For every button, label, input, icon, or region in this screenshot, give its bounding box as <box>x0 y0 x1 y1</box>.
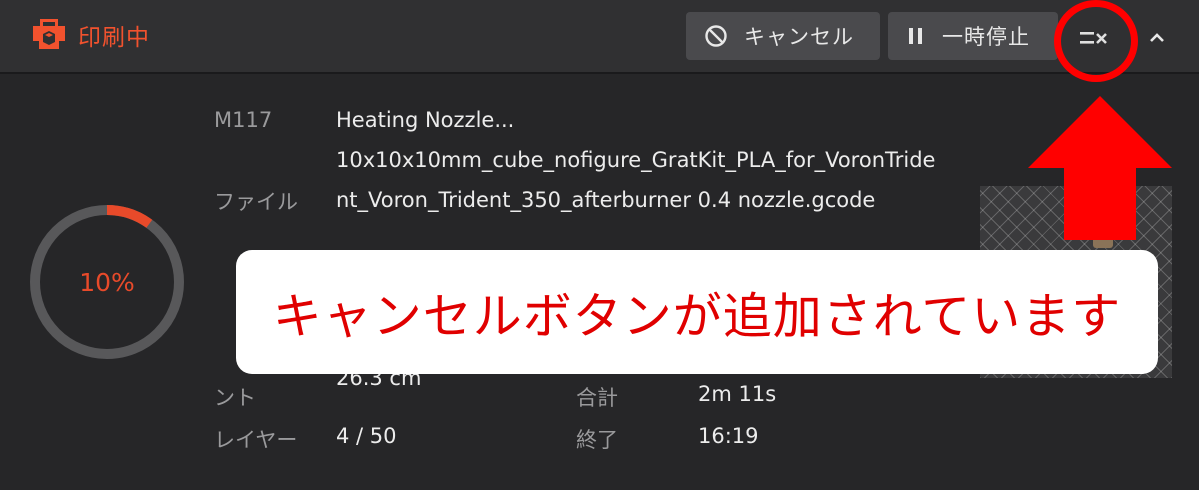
arrow-up-icon <box>1028 96 1172 240</box>
layer-key: レイヤー <box>214 428 298 452</box>
m117-key: M117 <box>214 108 273 132</box>
end-time-key: 終了 <box>576 428 618 452</box>
filament-key: ント <box>214 386 256 410</box>
printer-logo-icon <box>33 19 65 49</box>
annotation-callout: キャンセルボタンが追加されています <box>236 250 1158 374</box>
top-bar: 印刷中 キャンセル 一時停止 <box>0 0 1199 74</box>
layer-value: 4 / 50 <box>336 424 397 448</box>
file-key: ファイル <box>214 190 298 214</box>
total-time-key: 合計 <box>576 386 618 410</box>
file-value: 10x10x10mm_cube_nofigure_GratKit_PLA_for… <box>336 148 936 212</box>
pause-button[interactable]: 一時停止 <box>888 12 1058 60</box>
m117-value: Heating Nozzle... <box>336 108 515 132</box>
annotation-text: キャンセルボタンが追加されています <box>272 287 1122 345</box>
cancel-button[interactable]: キャンセル <box>686 12 880 60</box>
page-title: 印刷中 <box>78 25 150 51</box>
total-time-value: 2m 11s <box>698 382 777 406</box>
highlight-circle <box>1054 0 1138 82</box>
pause-icon <box>909 28 922 44</box>
ban-icon <box>705 25 727 47</box>
progress-ring: 10% <box>28 203 186 361</box>
chevron-up-icon[interactable] <box>1146 27 1168 49</box>
end-time-value: 16:19 <box>698 424 759 448</box>
pause-button-label: 一時停止 <box>942 25 1030 49</box>
progress-percent: 10% <box>79 267 135 297</box>
cancel-button-label: キャンセル <box>744 25 854 49</box>
